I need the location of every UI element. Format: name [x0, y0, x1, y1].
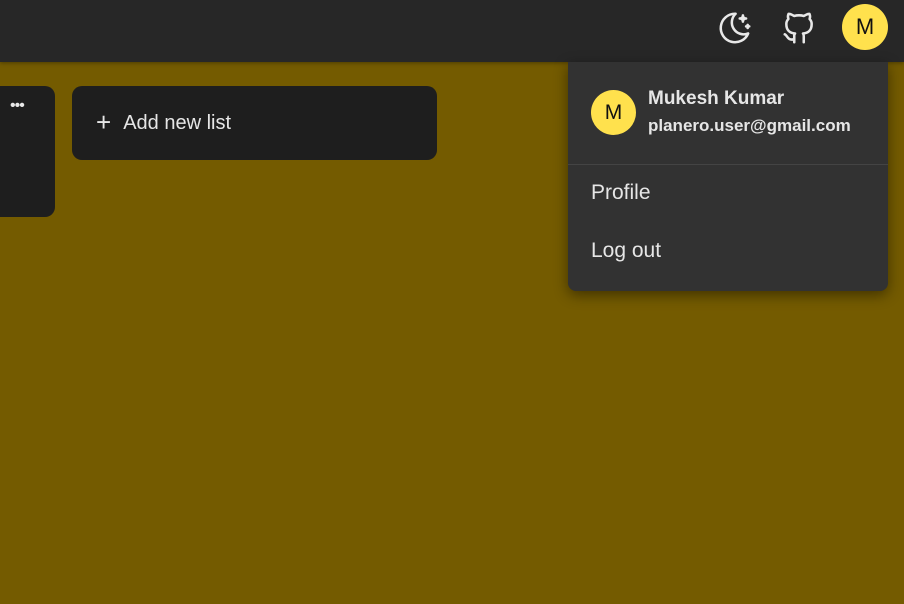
theme-toggle-button[interactable] — [712, 5, 758, 51]
plus-icon: + — [96, 106, 112, 137]
moon-stars-icon — [716, 9, 754, 47]
user-dropdown-menu: M Mukesh Kumar planero.user@gmail.com Pr… — [568, 62, 888, 291]
top-navbar: M — [0, 0, 904, 62]
user-avatar-button[interactable]: M — [842, 4, 888, 50]
menu-item-label: Profile — [591, 181, 651, 204]
user-info-header: M Mukesh Kumar planero.user@gmail.com — [568, 62, 888, 165]
menu-item-logout[interactable]: Log out — [568, 223, 888, 279]
add-new-list-button[interactable]: + Add new list — [72, 86, 437, 160]
list-card: ••• — [0, 86, 55, 217]
add-new-list-label: Add new list — [123, 111, 232, 134]
github-icon — [780, 9, 818, 47]
user-email: planero.user@gmail.com — [648, 116, 851, 135]
github-link-button[interactable] — [776, 5, 822, 51]
user-name: Mukesh Kumar — [648, 88, 785, 109]
menu-item-profile[interactable]: Profile — [568, 165, 888, 221]
avatar-initial: M — [604, 100, 623, 124]
avatar-initial: M — [855, 14, 875, 39]
avatar: M — [591, 90, 636, 135]
more-horizontal-icon[interactable]: ••• — [10, 98, 34, 114]
menu-item-label: Log out — [591, 239, 662, 262]
